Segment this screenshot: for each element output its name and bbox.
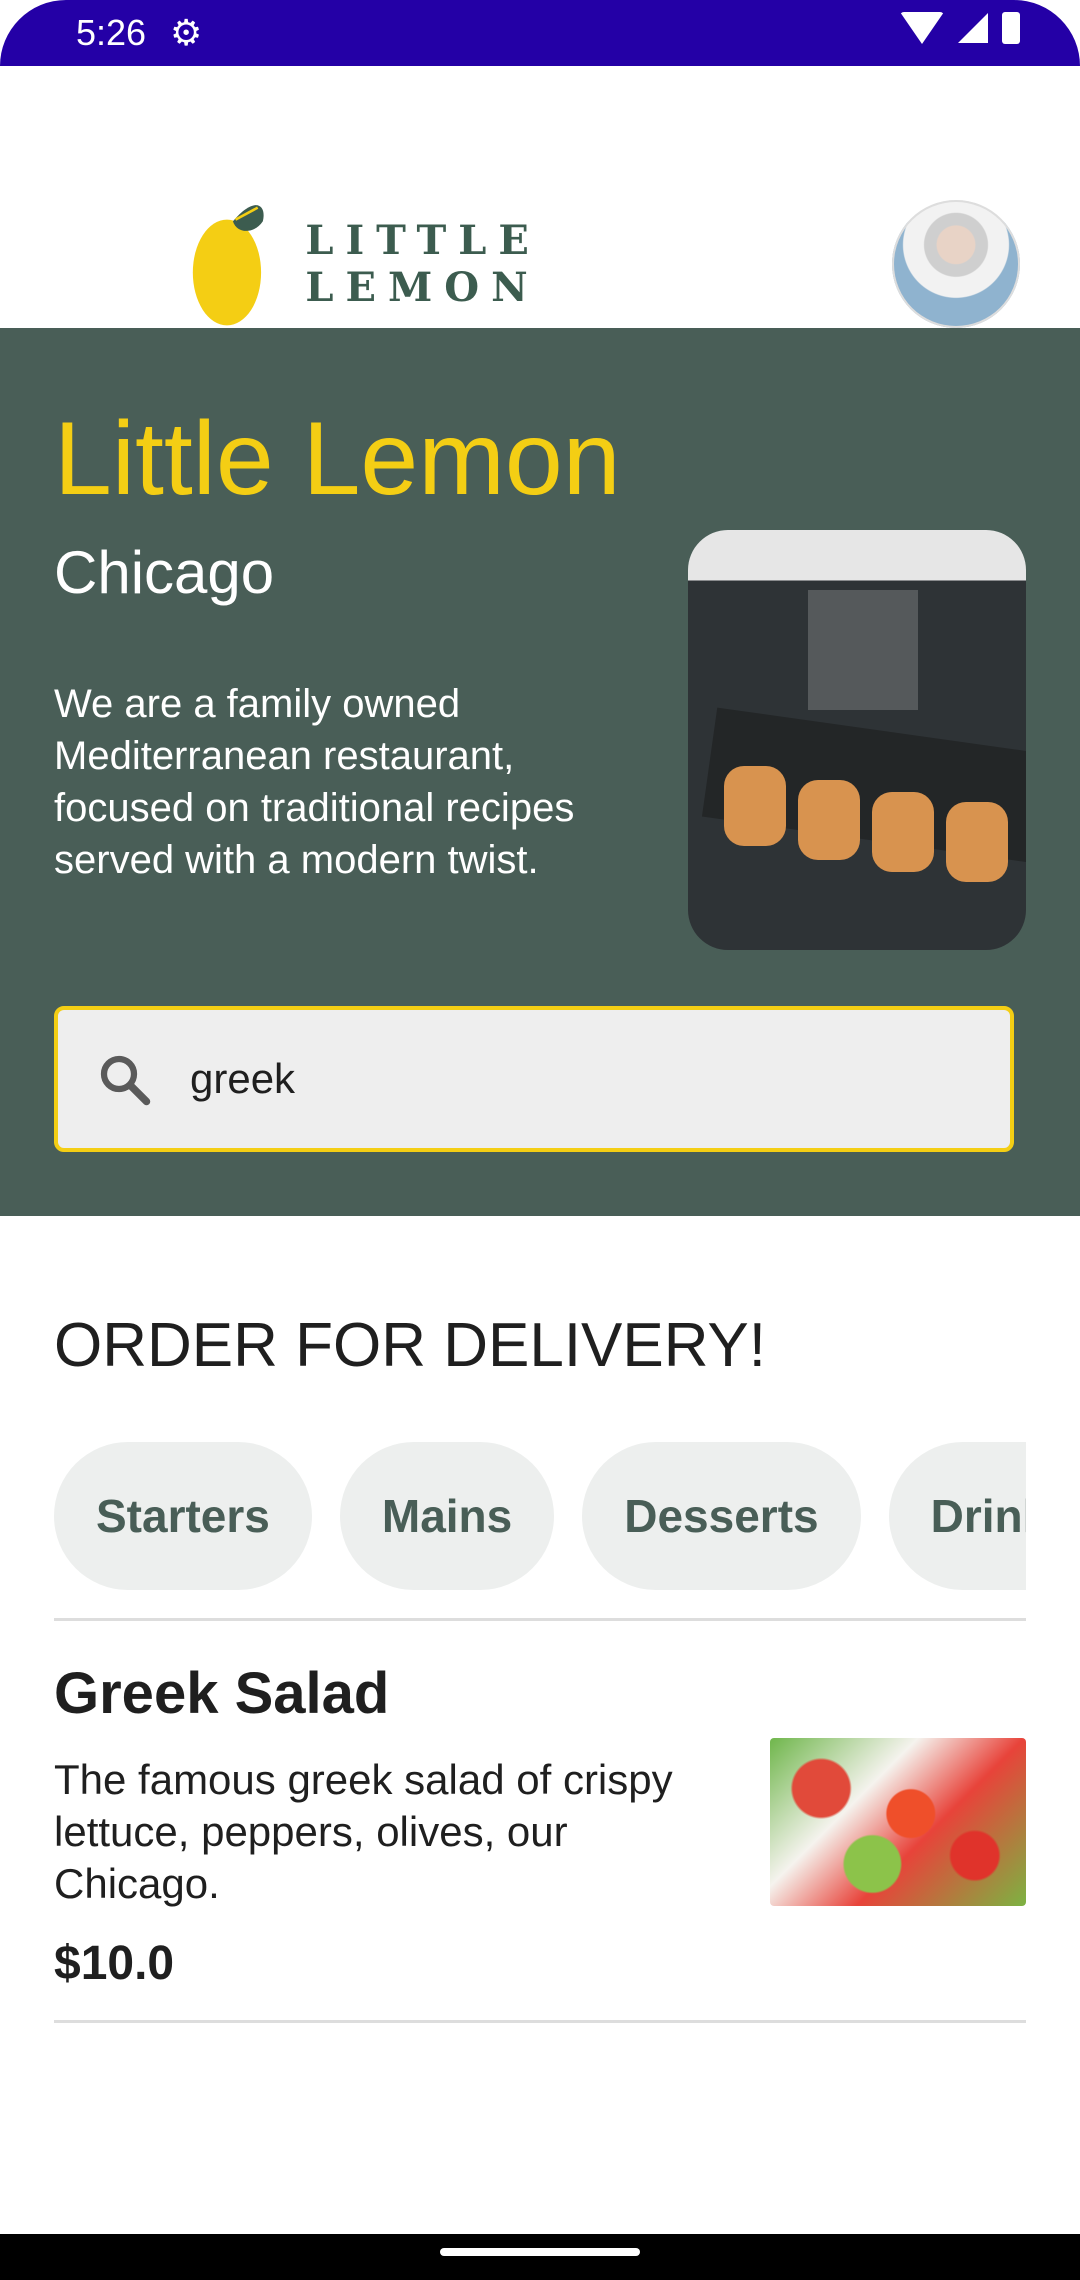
little-lemon-logo: LITTLE LEMON <box>186 184 746 344</box>
lemon-icon <box>192 205 264 326</box>
category-chip-mains[interactable]: Mains <box>339 1442 555 1590</box>
menu-item-title[interactable]: Greek Salad <box>54 1660 389 1727</box>
food-shape <box>946 802 1008 882</box>
search-value: greek <box>190 1055 296 1102</box>
category-chips: Starters Mains Desserts Drinks <box>54 1442 1026 1590</box>
settings-gear-icon: ⚙ <box>170 12 203 53</box>
food-shape <box>724 766 786 846</box>
menu-item-price: $10.0 <box>54 1937 175 1990</box>
search-input[interactable]: greek <box>54 1006 1014 1152</box>
search-icon <box>100 1055 151 1106</box>
category-chip-drinks[interactable]: Drinks <box>888 1442 1026 1590</box>
category-chip-desserts[interactable]: Desserts <box>582 1442 861 1590</box>
signal-icon <box>958 13 988 43</box>
divider <box>54 1618 1026 1621</box>
status-time: 5:26 <box>76 12 147 53</box>
apron-shape <box>808 590 918 710</box>
app-header: LITTLE LEMON <box>0 66 1080 328</box>
hero-description: We are a family owned Mediterranean rest… <box>54 682 575 882</box>
category-chip-starters[interactable]: Starters <box>54 1442 312 1590</box>
status-bar: 5:26 ⚙ <box>0 0 1080 66</box>
profile-avatar[interactable] <box>892 200 1020 328</box>
system-navigation-bar <box>0 2234 1080 2280</box>
status-icons <box>900 12 1020 44</box>
hero-section: Little Lemon Chicago We are a family own… <box>0 328 1080 1216</box>
order-section-title: ORDER FOR DELIVERY! <box>54 1311 767 1380</box>
food-shape <box>798 780 860 860</box>
divider <box>54 2020 1026 2023</box>
menu-item-description: The famous greek salad of crispy lettuce… <box>54 1756 673 1907</box>
home-handle[interactable] <box>440 2248 640 2256</box>
menu-item-image[interactable] <box>770 1738 1026 1906</box>
food-shape <box>872 792 934 872</box>
hero-image <box>688 530 1026 950</box>
wifi-icon <box>900 12 944 44</box>
battery-icon <box>1002 12 1020 44</box>
hero-title: Little Lemon <box>54 401 621 517</box>
logo-text: LITTLE LEMON <box>305 217 541 311</box>
hero-city: Chicago <box>54 539 275 606</box>
